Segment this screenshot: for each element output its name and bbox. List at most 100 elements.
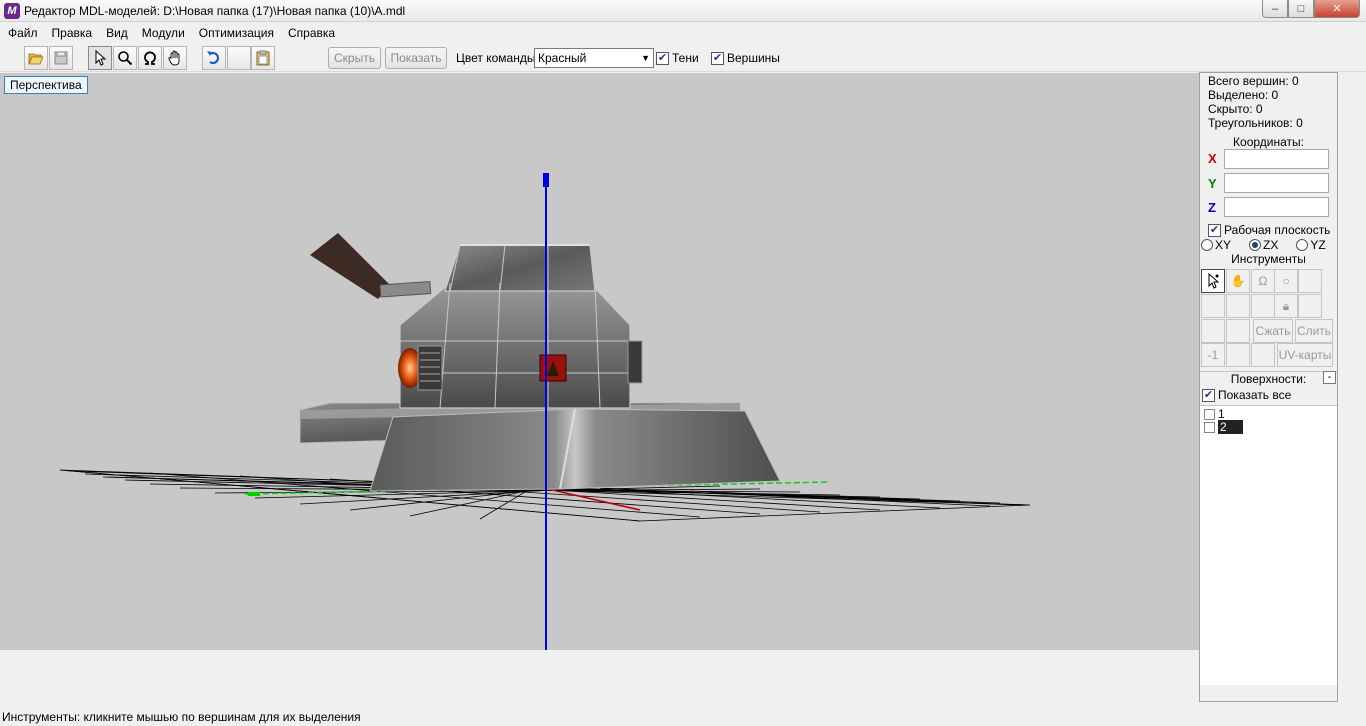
surface-checkbox[interactable] bbox=[1204, 408, 1215, 420]
close-button[interactable]: ✕ bbox=[1314, 0, 1360, 18]
menu-modules[interactable]: Модули bbox=[135, 23, 192, 43]
open-file-button[interactable] bbox=[24, 46, 48, 70]
radio-xy[interactable]: XY bbox=[1201, 238, 1231, 252]
tool-empty-5[interactable] bbox=[1298, 294, 1322, 318]
y-coordinate-input[interactable] bbox=[1224, 173, 1329, 193]
vertex-cursor-icon bbox=[1208, 273, 1220, 289]
surfaces-heading: Поверхности: bbox=[1200, 371, 1337, 387]
redo-button[interactable] bbox=[227, 46, 251, 70]
total-vertices-stat: Всего вершин: 0 bbox=[1208, 74, 1299, 88]
uv-maps-button[interactable]: UV-карты bbox=[1277, 343, 1333, 367]
work-plane-checkbox[interactable]: ✔ bbox=[1208, 223, 1221, 237]
dropdown-arrow-icon: ▼ bbox=[641, 53, 650, 63]
compress-button[interactable]: Сжать bbox=[1253, 319, 1293, 343]
title-bar: M Редактор MDL-моделей: D:\Новая папка (… bbox=[0, 0, 1366, 22]
hand-icon bbox=[168, 50, 180, 66]
show-all-checkbox[interactable]: ✔ bbox=[1202, 388, 1215, 402]
cursor-arrow-icon bbox=[95, 50, 107, 66]
tool-pan[interactable]: ✋ bbox=[1226, 269, 1250, 293]
surfaces-list: 1 2 bbox=[1200, 405, 1337, 685]
shadows-toggle[interactable]: ✔ Тени bbox=[656, 51, 699, 65]
radio-yz-label: YZ bbox=[1310, 238, 1326, 252]
radio-zx[interactable]: ZX bbox=[1249, 238, 1278, 252]
vertices-toggle[interactable]: ✔ Вершины bbox=[711, 51, 780, 65]
viewport-3d[interactable]: Перспектива bbox=[0, 73, 1199, 650]
menu-optimization[interactable]: Оптимизация bbox=[192, 23, 281, 43]
surface-item[interactable]: 1 bbox=[1204, 407, 1225, 421]
menu-file[interactable]: Файл bbox=[1, 23, 45, 43]
show-all-toggle[interactable]: ✔ Показать все bbox=[1202, 388, 1291, 402]
rotate-tool-button[interactable] bbox=[138, 46, 162, 70]
window-title: Редактор MDL-моделей: D:\Новая папка (17… bbox=[24, 3, 406, 18]
omega-rotate-icon bbox=[144, 51, 156, 65]
properties-panel: Всего вершин: 0 Выделено: 0 Скрыто: 0 Тр… bbox=[1199, 72, 1338, 702]
shadows-label: Тени bbox=[672, 51, 699, 65]
radio-yz[interactable]: YZ bbox=[1296, 238, 1326, 252]
plane-radio-group: XY ZX YZ bbox=[1201, 238, 1338, 252]
surfaces-collapse-button[interactable]: - bbox=[1323, 371, 1336, 384]
tool-empty-1[interactable] bbox=[1298, 269, 1322, 293]
tool-empty-2[interactable] bbox=[1201, 294, 1225, 318]
surface-label-selected: 2 bbox=[1218, 420, 1243, 434]
minus-one-button[interactable]: -1 bbox=[1201, 343, 1225, 367]
perspective-view-button[interactable]: Перспектива bbox=[4, 76, 88, 94]
team-color-select[interactable]: Красный ▼ bbox=[534, 48, 654, 68]
tool-empty-9[interactable] bbox=[1251, 343, 1275, 367]
radio-xy-label: XY bbox=[1215, 238, 1232, 252]
tool-empty-7[interactable] bbox=[1226, 319, 1250, 343]
tool-select-vertex[interactable] bbox=[1201, 269, 1225, 293]
hidden-stat: Скрыто: 0 bbox=[1208, 102, 1263, 116]
lock-icon: 🔒︎ bbox=[1282, 298, 1290, 313]
tool-empty-4[interactable] bbox=[1251, 294, 1275, 318]
tool-circle[interactable]: ○ bbox=[1274, 269, 1298, 293]
folder-open-icon bbox=[28, 53, 44, 65]
tool-empty-6[interactable] bbox=[1201, 319, 1225, 343]
app-icon: M bbox=[4, 2, 20, 19]
undo-icon bbox=[207, 51, 220, 65]
surface-checkbox[interactable] bbox=[1204, 421, 1215, 433]
z-coordinate-input[interactable] bbox=[1224, 197, 1329, 217]
toolbar: Скрыть Показать Цвет команды: Красный ▼ … bbox=[0, 44, 1366, 72]
clipboard-icon bbox=[256, 50, 270, 66]
maximize-button[interactable]: □ bbox=[1288, 0, 1314, 18]
paste-button[interactable] bbox=[251, 46, 275, 70]
pan-tool-button[interactable] bbox=[163, 46, 187, 70]
vertices-label: Вершины bbox=[727, 51, 780, 65]
tool-empty-8[interactable] bbox=[1226, 343, 1250, 367]
model-mesh bbox=[299, 233, 781, 492]
show-all-label: Показать все bbox=[1218, 388, 1292, 402]
axis-marker-z bbox=[543, 173, 549, 187]
menu-view[interactable]: Вид bbox=[99, 23, 135, 43]
scene-canvas[interactable] bbox=[0, 73, 1199, 650]
shadows-checkbox[interactable]: ✔ bbox=[656, 51, 669, 65]
window-controls: – □ ✕ bbox=[1262, 0, 1360, 18]
y-label: Y bbox=[1208, 176, 1217, 191]
merge-button[interactable]: Слить bbox=[1295, 319, 1333, 343]
minimize-button[interactable]: – bbox=[1262, 0, 1288, 18]
omega-icon: Ω bbox=[1258, 274, 1268, 288]
radio-xy-dot[interactable] bbox=[1201, 239, 1213, 251]
radio-zx-label: ZX bbox=[1263, 238, 1279, 252]
menu-bar: Файл Правка Вид Модули Оптимизация Справ… bbox=[0, 23, 1366, 43]
save-button[interactable] bbox=[49, 46, 73, 70]
menu-edit[interactable]: Правка bbox=[45, 23, 100, 43]
x-label: X bbox=[1208, 151, 1217, 166]
magnifier-icon bbox=[118, 51, 133, 66]
radio-zx-dot[interactable] bbox=[1249, 239, 1262, 251]
work-plane-toggle[interactable]: ✔ Рабочая плоскость bbox=[1208, 223, 1330, 237]
tool-rotate[interactable]: Ω bbox=[1251, 269, 1275, 293]
menu-help[interactable]: Справка bbox=[281, 23, 342, 43]
vertices-checkbox[interactable]: ✔ bbox=[711, 51, 724, 65]
tool-lock[interactable]: 🔒︎ bbox=[1274, 294, 1298, 318]
select-tool-button[interactable] bbox=[88, 46, 112, 70]
undo-button[interactable] bbox=[202, 46, 226, 70]
zoom-tool-button[interactable] bbox=[113, 46, 137, 70]
hide-button[interactable]: Скрыть bbox=[328, 47, 381, 69]
show-button[interactable]: Показать bbox=[385, 47, 447, 69]
team-color-value: Красный bbox=[538, 51, 587, 65]
tool-empty-3[interactable] bbox=[1226, 294, 1250, 318]
surface-item[interactable]: 2 bbox=[1204, 420, 1243, 434]
x-coordinate-input[interactable] bbox=[1224, 149, 1329, 169]
radio-yz-dot[interactable] bbox=[1296, 239, 1309, 251]
status-bar: Инструменты: кликните мышью по вершинам … bbox=[0, 708, 1366, 726]
